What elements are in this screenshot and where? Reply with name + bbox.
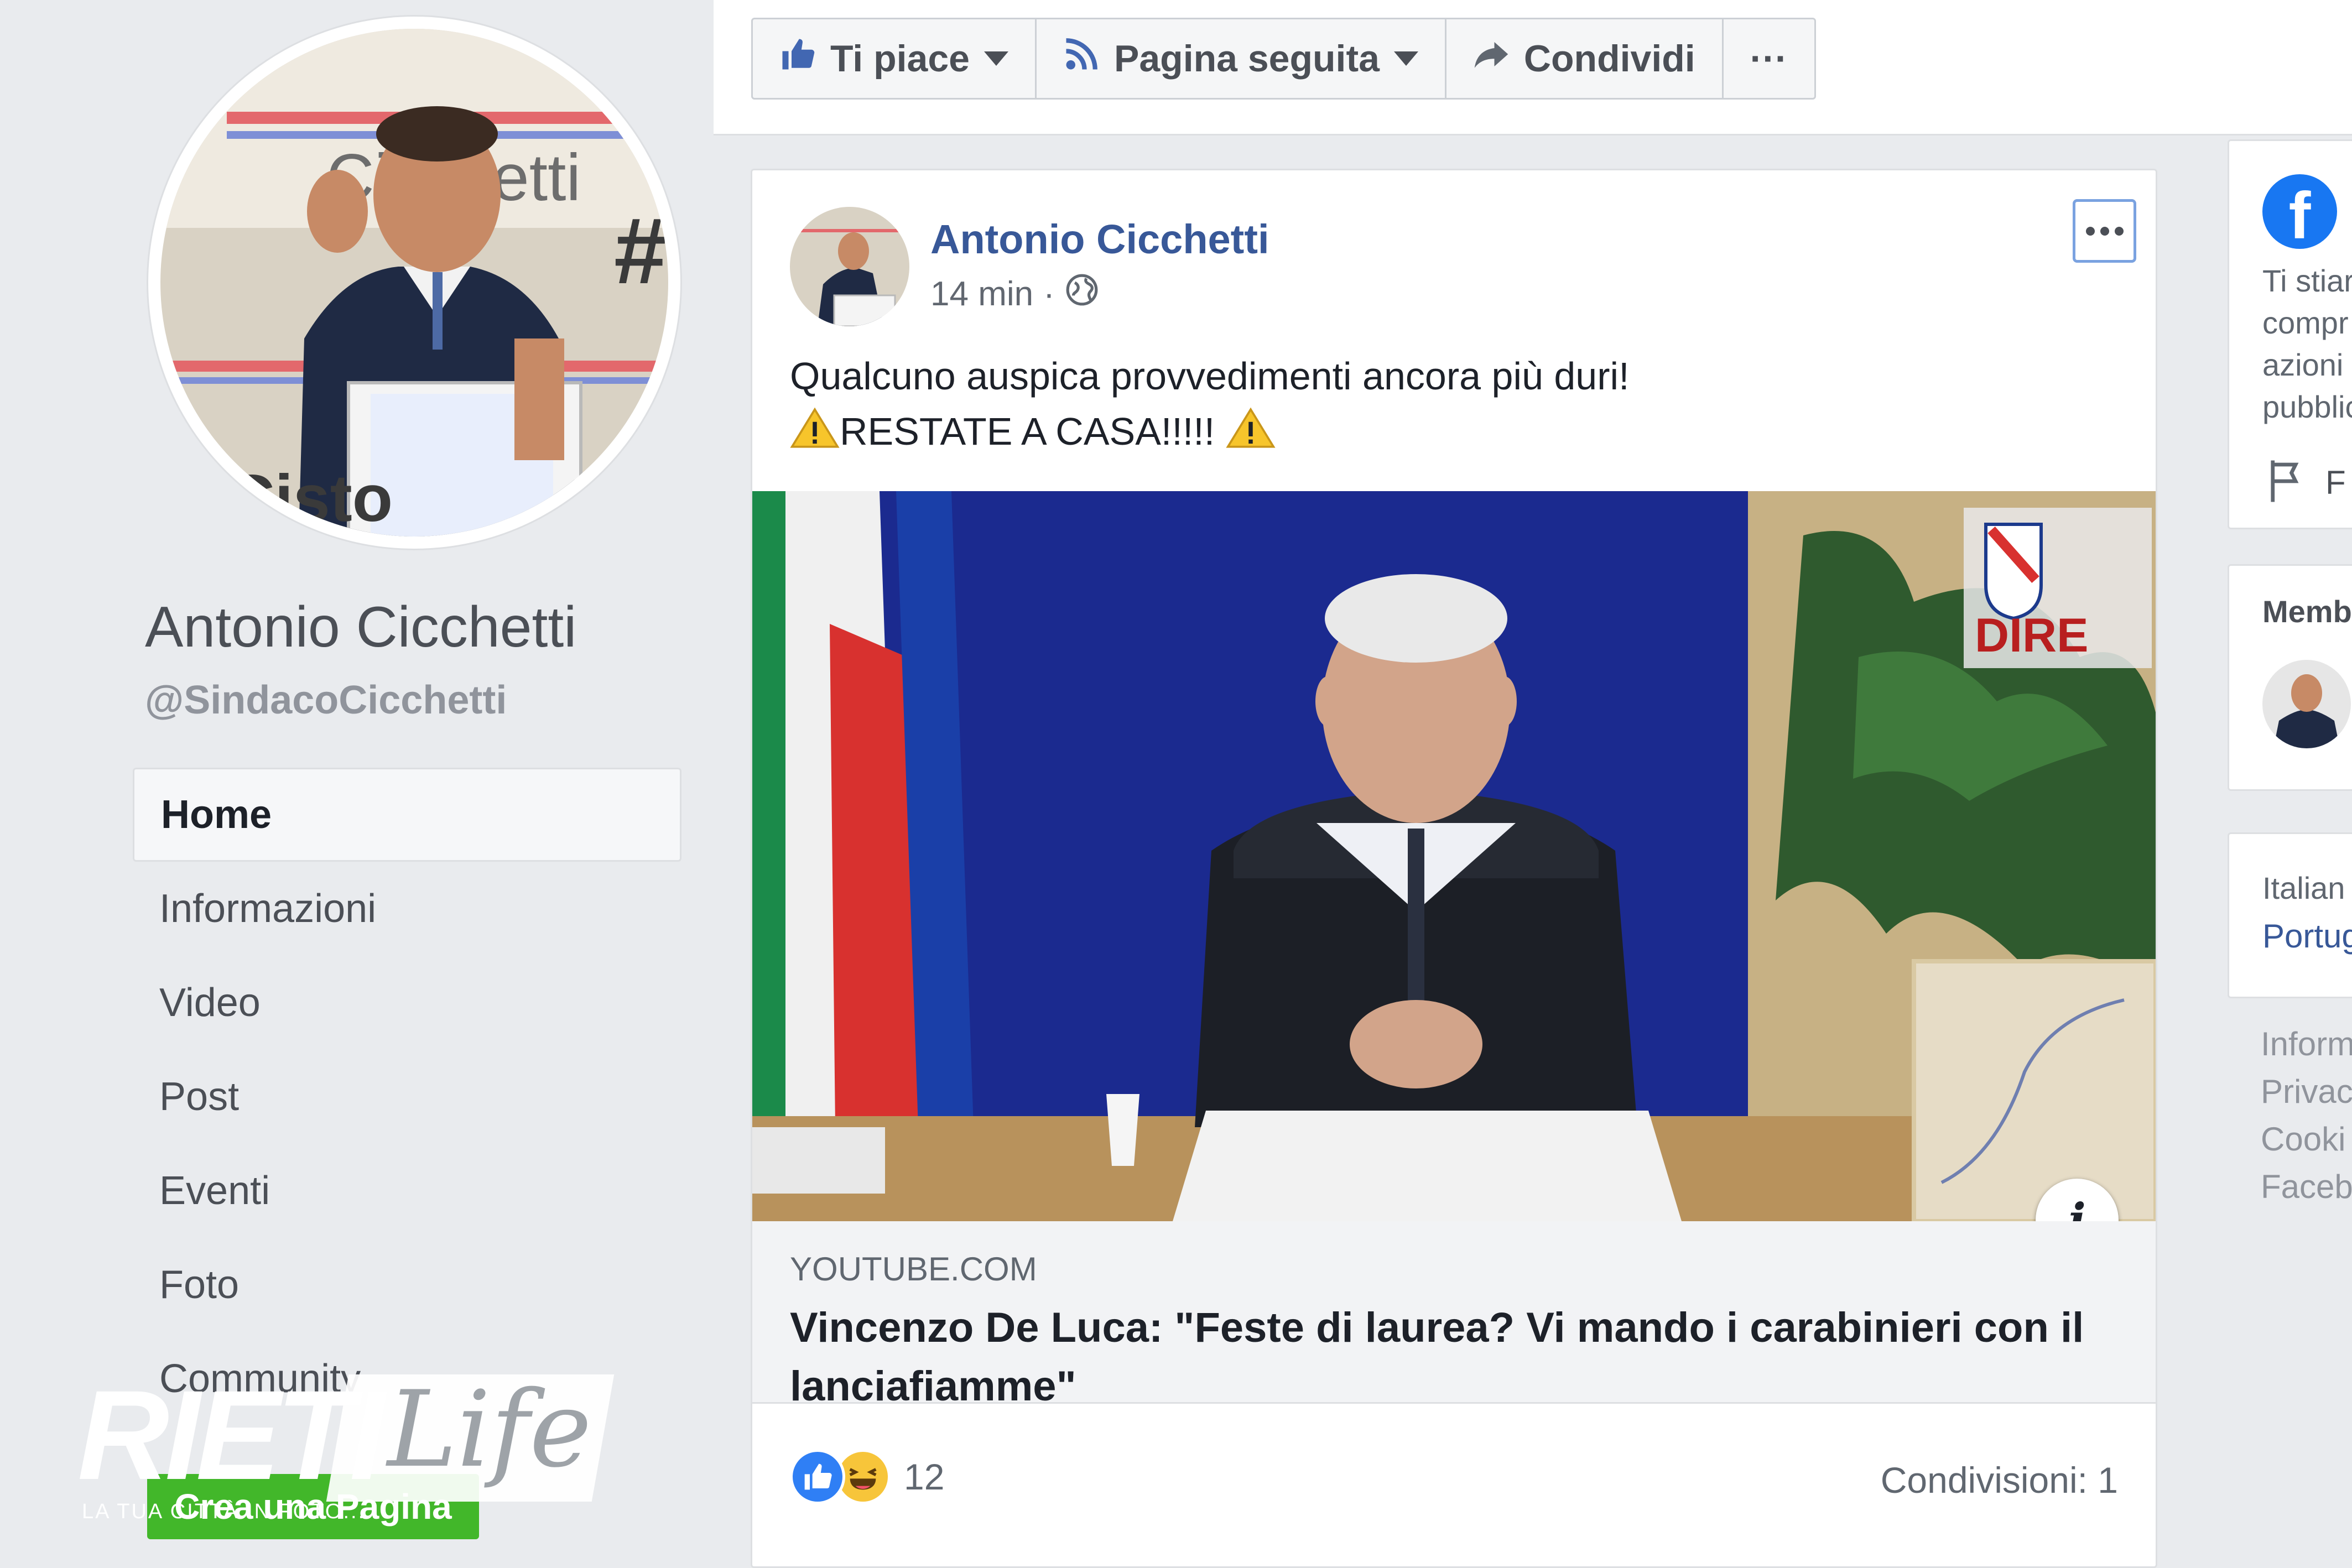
footer-link-cookie[interactable]: Cooki xyxy=(2261,1116,2352,1163)
sidebar-nav: Home Informazioni Video Post Eventi Foto… xyxy=(133,768,681,1426)
page-action-bar: Ti piace Pagina seguita Condividi ··· xyxy=(714,0,2352,136)
facebook-logo-icon: f xyxy=(2262,174,2337,249)
chevron-down-icon xyxy=(1393,51,1418,66)
share-count[interactable]: Condivisioni: 1 xyxy=(1881,1459,2118,1501)
profile-picture[interactable]: Cicchetti # Cisto xyxy=(160,29,668,536)
page-transparency-link[interactable]: F xyxy=(2262,456,2346,509)
globe-icon xyxy=(1065,273,1099,315)
page-handle[interactable]: @SindacoCicchetti xyxy=(145,678,507,723)
footer-link-informazioni[interactable]: Inform xyxy=(2261,1020,2352,1068)
sidebar-item-home[interactable]: Home xyxy=(133,768,681,862)
meta-separator: · xyxy=(1043,275,1055,313)
sidebar-item-post[interactable]: Post xyxy=(133,1050,681,1144)
like-page-label: Ti piace xyxy=(830,38,970,80)
thumbs-up-icon xyxy=(779,36,816,81)
reactions-summary[interactable]: 12 xyxy=(790,1449,944,1504)
transparency-text-line1: Ti stiar xyxy=(2262,263,2352,298)
post-message-line1: Qualcuno auspica provvedimenti ancora pi… xyxy=(790,355,1630,398)
video-logo-text: DIRE xyxy=(1975,609,2088,662)
post-message-line2-wrap: RESTATE A CASA!!!!! xyxy=(790,404,1630,459)
transparency-card: f Ti stiar compr azioni pubblic F xyxy=(2228,139,2352,529)
podium-text: Cisto xyxy=(227,461,393,535)
like-page-button[interactable]: Ti piace xyxy=(753,19,1037,98)
svg-text:#: # xyxy=(614,199,667,304)
post-footer: 12 Condivisioni: 1 xyxy=(752,1404,2156,1566)
link-preview[interactable]: YOUTUBE.COM Vincenzo De Luca: "Feste di … xyxy=(752,1221,2156,1410)
more-options-button[interactable]: ··· xyxy=(1724,19,1814,98)
rietilife-watermark: RIETI Life LA TUA CITTÀ IN FOTO... xyxy=(77,1364,615,1523)
rss-icon xyxy=(1063,36,1100,81)
follow-page-label: Pagina seguita xyxy=(1113,38,1380,80)
sidebar-item-video[interactable]: Video xyxy=(133,956,681,1050)
profile-picture-frame[interactable]: Cicchetti # Cisto xyxy=(148,17,680,549)
warning-icon xyxy=(1226,407,1276,449)
follow-page-button[interactable]: Pagina seguita xyxy=(1037,19,1446,98)
share-page-label: Condividi xyxy=(1523,38,1695,80)
sidebar-item-eventi[interactable]: Eventi xyxy=(133,1144,681,1238)
footer-links: Inform Privac Cooki Faceb xyxy=(2261,1020,2352,1211)
like-reaction-icon xyxy=(790,1449,845,1504)
warning-icon xyxy=(790,407,840,449)
dot-icon xyxy=(2114,226,2124,236)
post-author-name[interactable]: Antonio Cicchetti xyxy=(930,216,1269,263)
post-card: Antonio Cicchetti 14 min · Qualcuno ausp… xyxy=(751,169,2157,1568)
transparency-text-line2: compr xyxy=(2262,305,2349,340)
post-timestamp[interactable]: 14 min xyxy=(930,274,1033,314)
share-page-button[interactable]: Condividi xyxy=(1446,19,1724,98)
dot-icon xyxy=(2100,226,2109,236)
sidebar-item-informazioni[interactable]: Informazioni xyxy=(133,862,681,956)
left-column: Cicchetti # Cisto Antonio Cicchetti @Sin… xyxy=(0,0,714,1568)
post-author-avatar[interactable] xyxy=(790,207,909,326)
language-card: Italian Portug xyxy=(2228,832,2352,998)
watermark-brand: RIETI xyxy=(77,1364,385,1506)
post-message-line2: RESTATE A CASA!!!!! xyxy=(840,410,1226,453)
post-meta: 14 min · xyxy=(930,273,1099,315)
member-avatar[interactable] xyxy=(2262,660,2351,748)
page-name: Antonio Cicchetti xyxy=(145,595,577,659)
footer-link-privacy[interactable]: Privac xyxy=(2261,1068,2352,1116)
language-option[interactable]: Portug xyxy=(2262,917,2352,955)
reaction-count: 12 xyxy=(904,1456,945,1497)
transparency-text-line3: azioni xyxy=(2262,347,2344,382)
shared-video-thumbnail[interactable]: DIRE xyxy=(752,491,2156,1221)
page-transparency-label: F xyxy=(2325,464,2346,501)
post-options-button[interactable] xyxy=(2073,199,2136,263)
more-options-label: ··· xyxy=(1750,38,1788,80)
members-label: Memb xyxy=(2262,594,2352,629)
link-title[interactable]: Vincenzo De Luca: "Feste di laurea? Vi m… xyxy=(790,1299,2129,1416)
flag-icon xyxy=(2262,456,2312,509)
link-domain: YOUTUBE.COM xyxy=(790,1251,1037,1288)
sidebar-item-foto[interactable]: Foto xyxy=(133,1238,681,1332)
footer-link-facebook[interactable]: Faceb xyxy=(2261,1163,2352,1211)
watermark-script: Life xyxy=(387,1368,592,1491)
current-language: Italian xyxy=(2262,871,2345,905)
transparency-text-line4: pubblic xyxy=(2262,389,2352,424)
dot-icon xyxy=(2085,226,2095,236)
post-message: Qualcuno auspica provvedimenti ancora pi… xyxy=(790,348,1630,459)
share-arrow-icon xyxy=(1473,36,1510,81)
watermark-tagline: LA TUA CITTÀ IN FOTO... xyxy=(82,1500,366,1523)
action-button-group: Ti piace Pagina seguita Condividi ··· xyxy=(751,18,1816,100)
members-card: Memb xyxy=(2228,564,2352,791)
chevron-down-icon xyxy=(984,51,1008,66)
